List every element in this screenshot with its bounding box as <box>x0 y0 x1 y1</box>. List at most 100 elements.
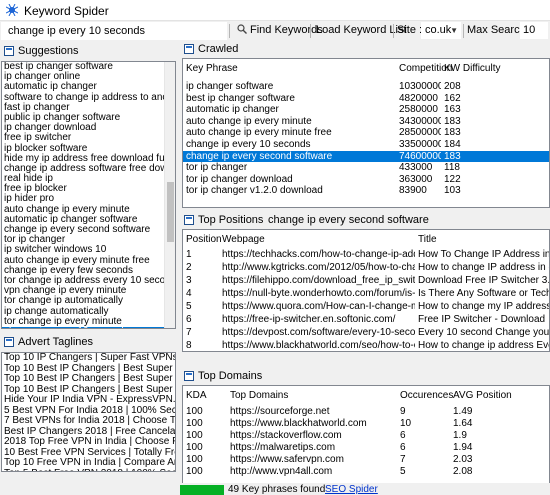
tagline-item: 7 Best VPNs for India 2018 | Choose The … <box>4 415 176 426</box>
table-row[interactable]: automatic ip changer 2580000 163 <box>183 104 549 115</box>
table-row[interactable]: 2 http://www.kgtricks.com/2012/05/how-to-… <box>183 262 549 274</box>
table-cell: 28500000 <box>399 127 441 139</box>
table-row[interactable]: change ip every 10 seconds 33500000 184 <box>183 139 549 150</box>
table-cell: 74600000 <box>399 150 441 162</box>
table-cell: 183 <box>444 115 461 127</box>
domains-title: Top Domains <box>198 370 263 382</box>
table-row[interactable]: 7 https://devpost.com/software/every-10-s… <box>183 327 549 339</box>
max-searches-input[interactable]: 10 <box>520 22 548 39</box>
table-cell: tor ip changer download <box>186 173 293 185</box>
table-cell: auto change ip every minute free <box>186 127 332 139</box>
table-cell: 83900 <box>399 185 427 197</box>
advert-taglines-box[interactable]: Top 10 IP Changers | Super Fast VPNs Jul… <box>1 352 176 472</box>
site-select[interactable]: co.uk ▼ <box>421 22 461 39</box>
table-row[interactable]: 8 https://www.blackhatworld.com/seo/how-t… <box>183 340 549 351</box>
table-cell: 4 <box>186 288 192 299</box>
domains-table[interactable]: KDA Top Domains Occurences AVG Position 100 h… <box>182 385 550 484</box>
table-cell: best ip changer software <box>186 92 295 104</box>
table-cell: 34300000 <box>399 115 441 127</box>
table-cell: 1.64 <box>453 418 473 429</box>
table-cell: 3 <box>186 275 192 286</box>
table-row[interactable]: auto change ip every minute 34300000 183 <box>183 116 549 127</box>
table-row[interactable]: tor ip changer v1.2.0 download 83900 103 <box>183 185 549 196</box>
table-row[interactable]: ip changer software 10300000 208 <box>183 81 549 92</box>
column-header[interactable]: Webpage <box>219 232 265 248</box>
table-row[interactable]: 4 https://null-byte.wonderhowto.com/forum… <box>183 288 549 300</box>
pin-icon[interactable] <box>4 337 14 347</box>
tagline-item: 2018 Top Free VPN in India | Choose From… <box>4 436 175 447</box>
status-text: 49 Key phrases found <box>228 484 326 495</box>
table-row[interactable]: 1 https://techhacks.com/how-to-change-ip-… <box>183 249 549 261</box>
table-row[interactable]: tor ip changer 433000 118 <box>183 162 549 173</box>
table-cell: https://null-byte.wonderhowto.com/forum/… <box>222 288 415 299</box>
table-cell: 433000 <box>399 162 433 174</box>
table-row[interactable]: 100 https://www.safervpn.com 7 2.03 <box>183 454 549 465</box>
find-keywords-label: Find Keywords <box>250 24 323 36</box>
column-header[interactable]: Top Domains <box>227 388 288 404</box>
table-cell: auto change ip every minute <box>186 115 312 127</box>
column-header[interactable]: Position <box>183 232 222 248</box>
table-cell: 1.94 <box>453 442 473 453</box>
load-keyword-list-button[interactable]: Load Keyword List <box>314 22 409 40</box>
scrollbar-thumb[interactable] <box>167 182 174 242</box>
positions-table[interactable]: Position Webpage Title 1 https://techhacks.c… <box>182 229 550 352</box>
table-row[interactable]: change ip every second software 74600000 1… <box>183 150 549 162</box>
suggestions-scrollbar[interactable] <box>164 62 175 328</box>
table-row[interactable]: 3 https://filehippo.com/download_free_ip_… <box>183 275 549 287</box>
table-cell: 6 <box>400 430 406 441</box>
tagline-item: Top 10 IP Changers | Super Fast VPNs Jul… <box>4 352 176 363</box>
table-cell: Free IP Switcher - Download <box>418 314 546 325</box>
seo-spider-link[interactable]: SEO Spider <box>325 484 378 495</box>
table-cell: 1.49 <box>453 406 473 417</box>
site-select-value: co.uk <box>425 24 452 36</box>
pin-icon[interactable] <box>184 371 194 381</box>
column-header[interactable]: AVG Position <box>450 388 512 404</box>
table-cell: 100 <box>186 442 203 453</box>
table-row[interactable]: 6 https://free-ip-switcher.en.softonic.co… <box>183 314 549 326</box>
table-cell: 184 <box>444 139 461 150</box>
tagline-item: Top 10 Free VPN in India | Compare And S… <box>4 457 175 468</box>
table-row[interactable]: 100 https://www.blackhatworld.com 10 1.64 <box>183 418 549 429</box>
table-row[interactable]: 100 https://malwaretips.com 6 1.94 <box>183 442 549 453</box>
crawled-table[interactable]: Key Phrase Competition KW Difficulty ip cha… <box>182 58 550 208</box>
suggestions-list[interactable]: best ip changer software ip changer onlin… <box>1 61 176 329</box>
column-header[interactable]: KDA <box>183 388 207 404</box>
table-cell: https://devpost.com/software/every-10-se… <box>222 327 415 338</box>
column-header[interactable]: Occurences <box>397 388 453 404</box>
pin-icon[interactable] <box>184 215 194 225</box>
table-cell: http://www.vpn4all.com <box>230 466 333 477</box>
table-row[interactable]: 100 https://stackoverflow.com 6 1.9 <box>183 430 549 441</box>
table-row[interactable]: best ip changer software 4820000 162 <box>183 93 549 104</box>
table-cell: https://stackoverflow.com <box>230 430 342 441</box>
crawled-panel-header: Crawled <box>180 40 550 58</box>
table-row[interactable]: auto change ip every minute free 28500000… <box>183 127 549 138</box>
suggestion-item[interactable]: tor change ip automatically <box>2 296 175 306</box>
table-cell: 100 <box>186 406 203 417</box>
table-cell: 33500000 <box>399 139 441 150</box>
table-cell: 2 <box>186 262 192 273</box>
column-header[interactable]: Key Phrase <box>183 61 238 77</box>
table-cell: 103 <box>444 185 461 197</box>
table-cell: http://www.kgtricks.com/2012/05/how-to-c… <box>222 262 415 273</box>
suggestion-item[interactable]: change ip every 10 seconds <box>2 326 175 328</box>
find-keywords-button[interactable]: Find Keywords <box>234 22 326 40</box>
table-cell: https://malwaretips.com <box>230 442 336 453</box>
table-row[interactable]: 100 http://www.vpn4all.com 5 2.08 <box>183 466 549 477</box>
table-cell: 100 <box>186 454 203 465</box>
table-row[interactable]: tor ip changer download 363000 122 <box>183 174 549 185</box>
table-cell: 183 <box>444 150 461 162</box>
table-cell: 162 <box>444 92 461 104</box>
table-cell: https://sourceforge.net <box>230 406 330 417</box>
toolbar-separator <box>229 24 230 38</box>
table-row[interactable]: 100 https://sourceforge.net 9 1.49 <box>183 406 549 417</box>
column-header[interactable]: Title <box>415 232 437 248</box>
suggestion-item[interactable]: free ip switcher <box>2 133 175 143</box>
pin-icon[interactable] <box>184 44 194 54</box>
column-header[interactable]: KW Difficulty <box>441 61 501 77</box>
positions-panel-header: Top Positions change ip every second sof… <box>180 211 550 229</box>
table-cell: 6 <box>400 442 406 453</box>
pin-icon[interactable] <box>4 46 14 56</box>
keyword-search-input[interactable]: change ip every 10 seconds <box>1 22 227 40</box>
table-cell: 5 <box>400 466 406 477</box>
table-row[interactable]: 5 https://www.quora.com/How-can-I-change-… <box>183 301 549 313</box>
